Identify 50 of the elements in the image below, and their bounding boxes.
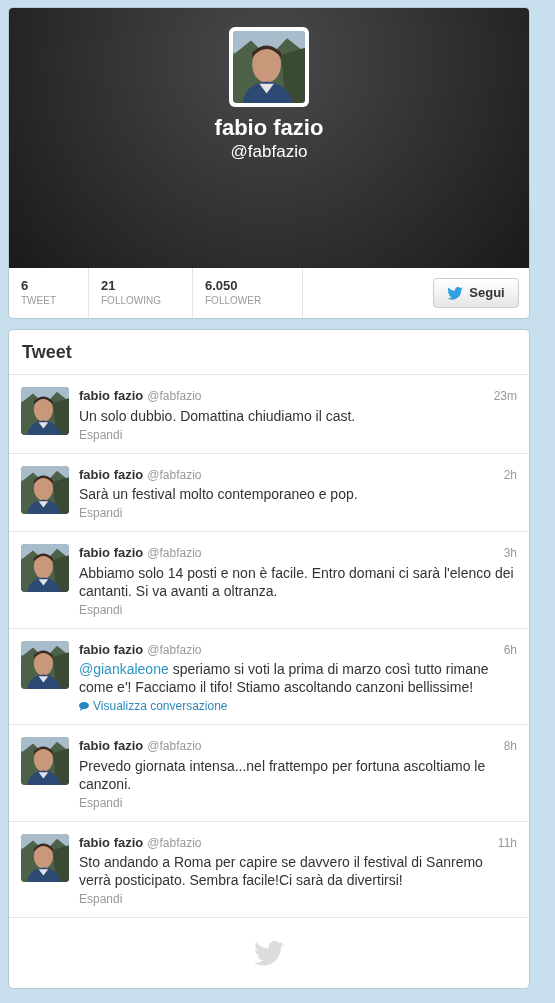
tweet-item[interactable]: fabio fazio @fabfazio 6h @giankaleone speriamo si voti la prima di marzo così tutto rimane come e'! Facciamo il tifo! Stiamo ascoltando canzoni bellissime! Visualizza conversazione [9, 628, 529, 725]
tweet-time[interactable]: 6h [503, 640, 517, 659]
tweet-author[interactable]: fabio fazio [79, 543, 144, 563]
tweet-time[interactable]: 8h [503, 737, 517, 755]
tweet-item[interactable]: fabio fazio @fabfazio 11h Sto andando a Roma per capire se davvero il festival di Sanremo verrà posticipato. Sembra facile!Ci sarà da divertirsi! Espandi [9, 821, 529, 918]
stat-value: 6.050 [205, 278, 239, 294]
tweet-text: Un solo dubbio. Domattina chiudiamo il cast. [79, 406, 357, 425]
tweet-time[interactable]: 23m [493, 387, 517, 405]
tweet-item[interactable]: fabio fazio @fabfazio 2h Sarà un festival molto contemporaneo e pop. Espandi [9, 453, 529, 532]
stat-value: 21 [101, 278, 117, 294]
expand-link[interactable]: Espandi [79, 793, 123, 812]
profile-handle: @fabfazio [230, 141, 308, 163]
tweet-item[interactable]: fabio fazio @fabfazio 3h Abbiamo solo 14 posti e non è facile. Entro domani ci sarà l'elenco dei cantanti. Si va avanti a oltranza. Espandi [9, 532, 529, 629]
tweet-item[interactable]: fabio fazio @fabfazio 8h Prevedo giornata intensa...nel frattempo per fortuna ascoltiamo le canzoni. Espandi [9, 725, 529, 822]
tweet-handle[interactable]: @fabfazio [147, 640, 202, 659]
tweet-time[interactable]: 11h [497, 833, 517, 852]
speech-bubble-icon [79, 701, 89, 711]
tweet-time[interactable]: 2h [503, 465, 517, 484]
mention-link[interactable]: @giankaleone [79, 661, 169, 677]
expand-link[interactable]: Espandi [79, 504, 123, 522]
tweet-handle[interactable]: @fabfazio [147, 465, 202, 484]
conversation-link[interactable]: Visualizza conversazione [79, 697, 228, 715]
profile-name: fabio fazio [214, 115, 324, 141]
stat-label: TWEET [21, 294, 57, 308]
expand-link[interactable]: Espandi [79, 600, 123, 619]
bird-icon [447, 286, 464, 300]
tweet-handle[interactable]: @fabfazio [147, 737, 202, 755]
expand-link[interactable]: Espandi [79, 425, 123, 444]
panel-title: Tweet [22, 340, 72, 364]
tweet-text: Abbiamo solo 14 posti e non è facile. Entro domani ci sarà l'elenco dei cantanti. Si va avanti a oltranza. [79, 563, 515, 600]
bird-icon [254, 940, 284, 966]
tweet-author[interactable]: fabio fazio [79, 832, 144, 852]
tweet-item[interactable]: fabio fazio @fabfazio 23m Un solo dubbio. Domattina chiudiamo il cast. Espandi [9, 375, 529, 454]
stat-label: FOLLOWER [205, 294, 263, 308]
tweet-text: Sarà un festival molto contemporaneo e pop. [79, 485, 359, 503]
tweet-author[interactable]: fabio fazio [79, 464, 144, 484]
tweet-author[interactable]: fabio fazio [79, 386, 144, 406]
tweet-text: Prevedo giornata intensa...nel frattempo per fortuna ascoltiamo le canzoni. [79, 756, 487, 793]
stat-value: 6 [21, 278, 30, 294]
stat-label: FOLLOWING [101, 294, 162, 308]
tweet-author[interactable]: fabio fazio [79, 736, 144, 756]
tweet-handle[interactable]: @fabfazio [147, 387, 202, 405]
tweet-text: @giankaleone speriamo si voti la prima di marzo così tutto rimane come e'! Facciamo il tifo! Stiamo ascoltando canzoni bellissime! [79, 660, 490, 696]
tweet-text: Sto andando a Roma per capire se davvero il festival di Sanremo verrà posticipato. Sembra facile!Ci sarà da divertirsi! [79, 853, 484, 889]
tweet-handle[interactable]: @fabfazio [147, 833, 202, 852]
tweet-author[interactable]: fabio fazio [79, 639, 144, 659]
follow-button[interactable]: Segui [433, 278, 519, 308]
tweet-handle[interactable]: @fabfazio [147, 544, 202, 562]
expand-link[interactable]: Espandi [79, 890, 123, 908]
tweet-time[interactable]: 3h [503, 544, 517, 562]
